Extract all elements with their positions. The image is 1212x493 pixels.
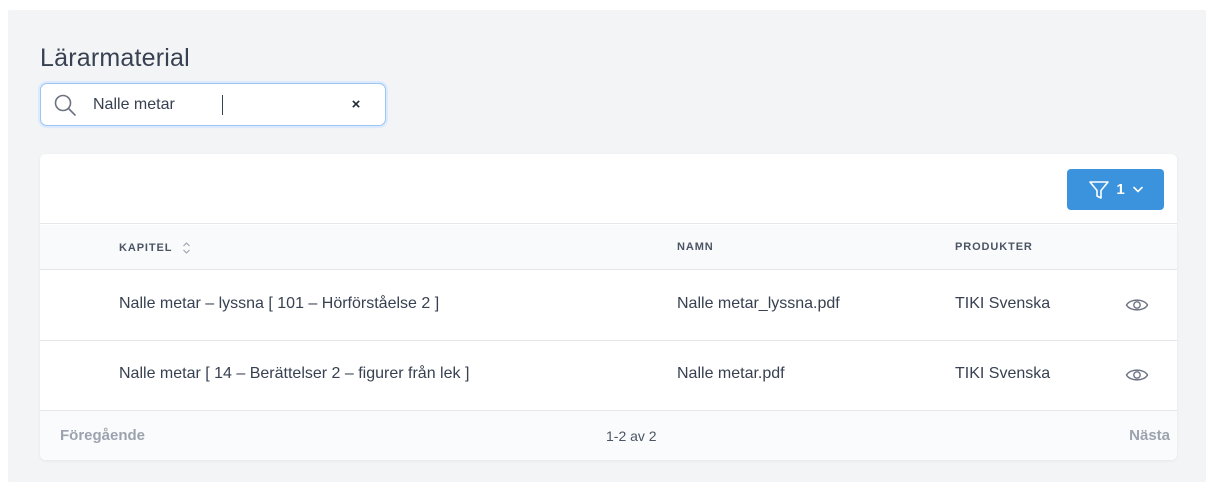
pagination-info: 1-2 av 2 (606, 428, 657, 444)
table-header: KAPITEL NAMN PRODUKTER (40, 225, 1177, 270)
eye-icon[interactable] (1125, 295, 1149, 315)
page-container: Lärarmaterial × 1 KAPITEL (8, 10, 1206, 482)
search-input[interactable] (93, 93, 343, 117)
chevron-down-icon (1132, 186, 1143, 193)
table-row[interactable]: Nalle metar [ 14 – Berättelser 2 – figur… (40, 341, 1177, 411)
search-box[interactable]: × (40, 83, 386, 126)
filter-icon (1089, 180, 1110, 199)
pagination-bar: Föregående 1-2 av 2 Nästa (40, 411, 1177, 460)
column-header-name: NAMN (677, 241, 714, 253)
clear-search-icon[interactable]: × (347, 96, 365, 114)
row-product: TIKI Svenska (955, 295, 1051, 312)
sort-icon[interactable] (182, 241, 191, 255)
text-caret (222, 95, 223, 115)
filter-button[interactable]: 1 (1067, 169, 1164, 210)
row-filename: Nalle metar.pdf (677, 365, 785, 382)
materials-table-card: 1 KAPITEL NAMN PRODUKTER Nalle metar – l… (40, 154, 1177, 460)
row-filename: Nalle metar_lyssna.pdf (677, 295, 840, 312)
row-chapter: Nalle metar – lyssna [ 101 – Hörförståel… (119, 295, 440, 312)
table-toolbar: 1 (40, 154, 1177, 224)
filter-count: 1 (1116, 181, 1125, 198)
column-header-chapter[interactable]: KAPITEL (119, 241, 191, 255)
table-row[interactable]: Nalle metar – lyssna [ 101 – Hörförståel… (40, 271, 1177, 341)
eye-icon[interactable] (1125, 365, 1149, 385)
page-title: Lärarmaterial (40, 44, 190, 72)
column-header-products: PRODUKTER (955, 241, 1033, 253)
row-chapter: Nalle metar [ 14 – Berättelser 2 – figur… (119, 365, 470, 382)
next-page-button[interactable]: Nästa (1129, 427, 1170, 444)
row-product: TIKI Svenska (955, 365, 1051, 382)
previous-page-button[interactable]: Föregående (60, 427, 145, 444)
search-icon (54, 94, 76, 116)
